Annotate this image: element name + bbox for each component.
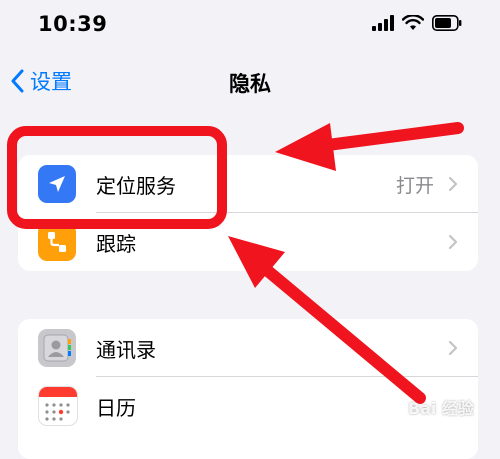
row-label: 定位服务 xyxy=(96,173,176,198)
page-title: 隐私 xyxy=(229,72,271,96)
watermark: Bai 经验 xyxy=(407,399,474,418)
calendar-icon xyxy=(38,386,78,426)
battery-icon xyxy=(432,15,462,31)
settings-group-1: 定位服务 打开 跟踪 xyxy=(18,155,478,271)
chevron-right-icon xyxy=(448,176,458,192)
row-location-services[interactable]: 定位服务 打开 xyxy=(18,155,478,213)
settings-group-2: 通讯录 日历 xyxy=(18,319,478,459)
chevron-right-icon xyxy=(448,340,458,356)
row-contacts[interactable]: 通讯录 xyxy=(18,319,478,377)
tracking-icon xyxy=(38,223,76,261)
row-label: 跟踪 xyxy=(96,231,136,256)
row-label: 通讯录 xyxy=(96,337,156,362)
signal-icon xyxy=(372,15,394,31)
location-arrow-icon xyxy=(38,165,76,203)
chevron-right-icon xyxy=(448,234,458,250)
status-icons xyxy=(372,15,462,31)
row-label: 日历 xyxy=(96,395,136,420)
wifi-icon xyxy=(402,15,424,30)
row-tracking[interactable]: 跟踪 xyxy=(18,213,478,271)
status-time: 10:39 xyxy=(38,12,108,36)
contacts-icon xyxy=(38,329,76,367)
row-value: 打开 xyxy=(395,174,434,197)
status-bar: 10:39 xyxy=(0,0,500,52)
nav-bar: 设置 隐私 xyxy=(0,60,500,106)
